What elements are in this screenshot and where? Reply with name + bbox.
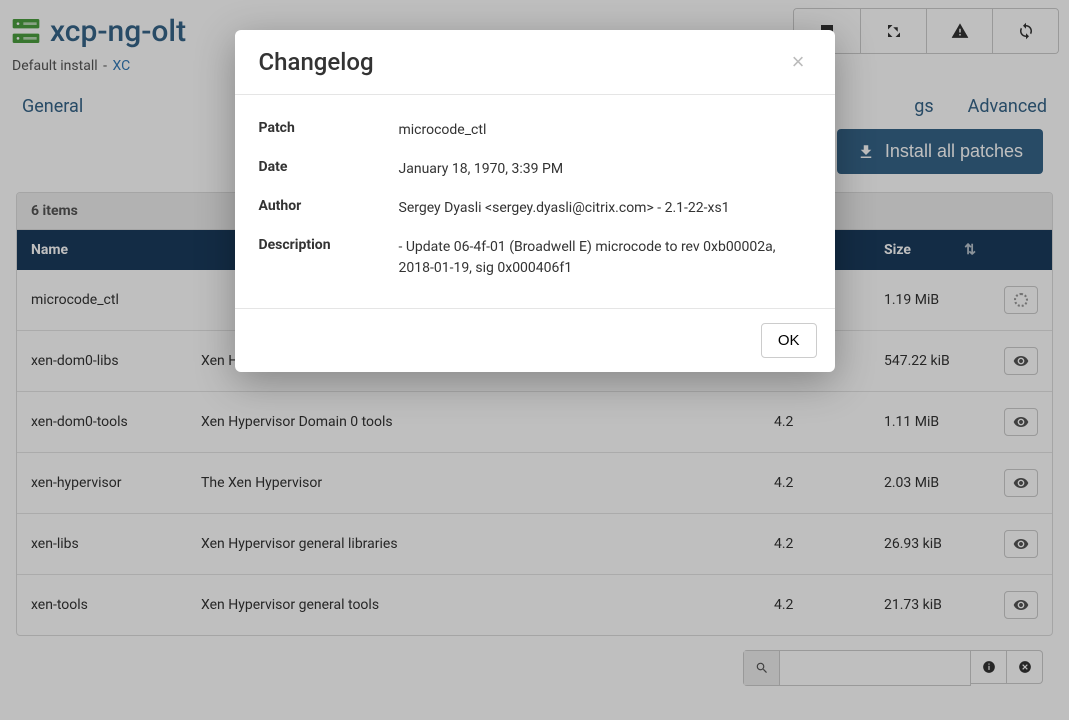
date-label: Date — [259, 159, 399, 175]
patch-value: microcode_ctl — [399, 120, 487, 141]
date-value: January 18, 1970, 3:39 PM — [399, 159, 564, 180]
modal-overlay: Changelog × Patch microcode_ctl Date Jan… — [0, 0, 1069, 720]
modal-body: Patch microcode_ctl Date January 18, 197… — [235, 95, 835, 308]
description-label: Description — [259, 237, 399, 253]
field-description: Description - Update 06-4f-01 (Broadwell… — [259, 228, 811, 288]
field-date: Date January 18, 1970, 3:39 PM — [259, 150, 811, 189]
author-label: Author — [259, 198, 399, 214]
changelog-modal: Changelog × Patch microcode_ctl Date Jan… — [235, 30, 835, 372]
modal-title: Changelog — [259, 48, 374, 76]
ok-button[interactable]: OK — [761, 323, 817, 358]
modal-header: Changelog × — [235, 30, 835, 95]
patch-label: Patch — [259, 120, 399, 136]
modal-close-button[interactable]: × — [786, 50, 811, 74]
field-author: Author Sergey Dyasli <sergey.dyasli@citr… — [259, 189, 811, 228]
modal-footer: OK — [235, 308, 835, 372]
field-patch: Patch microcode_ctl — [259, 111, 811, 150]
author-value: Sergey Dyasli <sergey.dyasli@citrix.com>… — [399, 198, 730, 219]
description-value: - Update 06-4f-01 (Broadwell E) microcod… — [399, 237, 811, 279]
